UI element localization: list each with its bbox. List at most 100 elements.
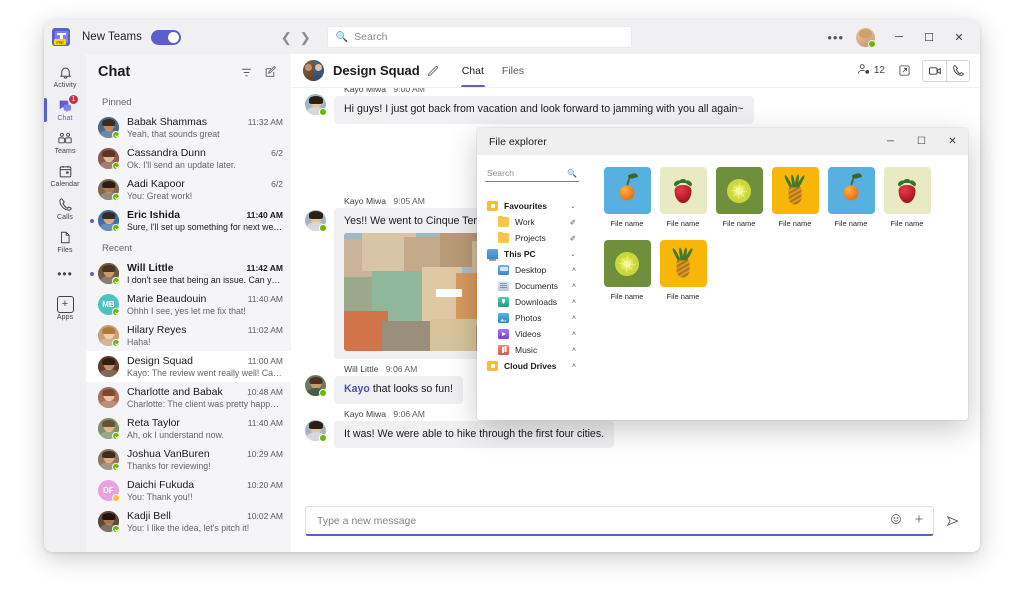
list-item[interactable]: Hilary Reyes11:02 AMHaha! [86,320,291,351]
chevron-up-icon[interactable]: ˄ [572,315,579,322]
mention-token[interactable]: Kayo [344,383,370,395]
list-item[interactable]: Will Little11:42 AMI don't see that bein… [86,258,291,289]
sidebar-item-chat[interactable]: 1 Chat [44,93,86,125]
sidebar-label-files: Files [57,247,72,254]
maximize-button[interactable]: ☐ [914,23,944,51]
file-item[interactable]: File name [600,240,654,301]
video-call-icon[interactable] [923,61,946,81]
minimize-button[interactable]: ─ [884,23,914,51]
tree-node-work[interactable]: Work✐ [485,214,579,230]
file-explorer-sidebar: Search 🔍 Favourites⌄Work✐Projects✐This P… [477,155,587,420]
tree-node-photos[interactable]: Photos˄ [485,310,579,326]
more-options-button[interactable]: ••• [817,30,854,45]
chevron-up-icon[interactable]: ˄ [572,267,579,274]
conversation-header: Design Squad Chat Files [291,54,980,88]
list-item[interactable]: Babak Shammas11:32 AMYeah, that sounds g… [86,112,291,143]
close-button[interactable]: ✕ [944,23,974,51]
message-input[interactable]: Type a new message [305,506,934,536]
file-explorer-search-input[interactable]: Search 🔍 [485,165,579,182]
window-titlebar: PRE New Teams ❮ ❯ 🔍 Search ••• ─ ☐ ✕ [44,20,980,54]
tree-node-desktop[interactable]: Desktop˄ [485,262,579,278]
tree-node-favourites[interactable]: Favourites⌄ [485,198,579,214]
chevron-up-icon[interactable]: ˄ [572,363,579,370]
fe-maximize-button[interactable]: ☐ [906,128,937,155]
back-icon[interactable]: ❮ [281,31,292,44]
tree-node-documents[interactable]: Documents˄ [485,278,579,294]
chevron-up-icon[interactable]: ˄ [572,283,579,290]
pin-icon[interactable]: ✐ [570,234,579,243]
user-avatar[interactable] [856,28,875,47]
sidebar-item-calendar[interactable]: Calendar [44,159,86,191]
new-teams-toggle[interactable] [151,30,181,45]
audio-call-icon[interactable] [946,61,969,81]
sidebar-item-apps[interactable]: + Apps [44,292,86,324]
compose-area: Type a new message [291,500,980,552]
tab-chat[interactable]: Chat [453,54,493,87]
file-name-label: File name [667,219,700,228]
sidebar-item-activity[interactable]: Activity [44,60,86,92]
chevron-down-icon[interactable]: ⌄ [570,202,579,210]
chevron-up-icon[interactable]: ˄ [572,331,579,338]
file-thumbnail-lime [716,167,763,214]
file-item[interactable]: File name [712,167,766,228]
sidebar-label-calendar: Calendar [50,181,79,188]
file-item[interactable]: File name [656,240,710,301]
list-item[interactable]: Joshua VanBuren10:29 AMThanks for review… [86,444,291,475]
file-name-label: File name [611,292,644,301]
tree-node-cloud-drives[interactable]: Cloud Drives˄ [485,358,579,374]
sidebar-item-files[interactable]: Files [44,225,86,257]
list-item[interactable]: Design Squad11:00 AMKayo: The review wen… [86,351,291,382]
list-item[interactable]: Kadji Bell10:02 AMYou: I like the idea, … [86,506,291,537]
tree-node-label: Videos [515,329,541,339]
chat-list-header: Chat [86,54,291,90]
list-item[interactable]: DFDaichi Fukuda10:20 AMYou: Thank you!! [86,475,291,506]
tab-files[interactable]: Files [493,54,533,87]
popout-icon[interactable] [893,61,915,81]
participants-button[interactable]: 12 [853,60,889,82]
list-item[interactable]: Cassandra Dunn6/2Ok. I'll send an update… [86,143,291,174]
list-item-preview: Haha! [127,337,283,347]
file-explorer-file-grid[interactable]: File nameFile nameFile nameFile nameFile… [587,155,968,420]
list-item[interactable]: Eric Ishida11:40 AMSure, I'll set up som… [86,205,291,236]
list-item-preview: Sure, I'll set up something for next wee… [127,222,283,232]
compose-icon[interactable] [260,62,281,83]
file-item[interactable]: File name [824,167,878,228]
global-search-input[interactable]: 🔍 Search [327,26,632,48]
tree-node-music[interactable]: Music˄ [485,342,579,358]
file-item[interactable]: File name [768,167,822,228]
message-group: Kayo Miwa 9:00 AM Hi guys! I just got ba… [305,88,960,124]
sidebar-label-chat: Chat [57,115,72,122]
desktop-background: PRE New Teams ❮ ❯ 🔍 Search ••• ─ ☐ ✕ [0,0,1024,614]
file-name-label: File name [723,219,756,228]
file-item[interactable]: File name [656,167,710,228]
emoji-icon[interactable] [890,512,902,530]
pin-icon[interactable]: ✐ [570,218,579,227]
message-time: 9:06 AM [386,364,418,374]
list-item[interactable]: Reta Taylor11:40 AMAh, ok I understand n… [86,413,291,444]
fe-close-button[interactable]: ✕ [937,128,968,155]
tree-node-projects[interactable]: Projects✐ [485,230,579,246]
pencil-icon[interactable] [427,65,439,77]
filter-icon[interactable] [236,62,257,83]
send-icon[interactable] [946,514,960,528]
avatar: MB [98,294,119,315]
chevron-up-icon[interactable]: ˄ [572,347,579,354]
sidebar-more-button[interactable]: ••• [57,258,73,291]
file-item[interactable]: File name [880,167,934,228]
list-item[interactable]: MBMarie Beaudouin11:40 AMOhhh I see, yes… [86,289,291,320]
tree-node-this-pc[interactable]: This PC⌄ [485,246,579,262]
forward-icon[interactable]: ❯ [300,31,311,44]
chevron-down-icon[interactable]: ⌄ [570,250,579,258]
list-item-time: 11:42 AM [241,263,283,273]
chat-list-scroll[interactable]: PinnedBabak Shammas11:32 AMYeah, that so… [86,90,291,552]
sidebar-item-teams[interactable]: Teams [44,126,86,158]
chevron-up-icon[interactable]: ˄ [572,299,579,306]
list-item[interactable]: Aadi Kapoor6/2You: Great work! [86,174,291,205]
list-item[interactable]: Charlotte and Babak10:48 AMCharlotte: Th… [86,382,291,413]
file-item[interactable]: File name [600,167,654,228]
tree-node-videos[interactable]: Videos ˄ [485,326,579,342]
sidebar-item-calls[interactable]: Calls [44,192,86,224]
fe-minimize-button[interactable]: ─ [875,128,906,155]
plus-icon[interactable] [913,512,925,530]
tree-node-downloads[interactable]: Downloads˄ [485,294,579,310]
